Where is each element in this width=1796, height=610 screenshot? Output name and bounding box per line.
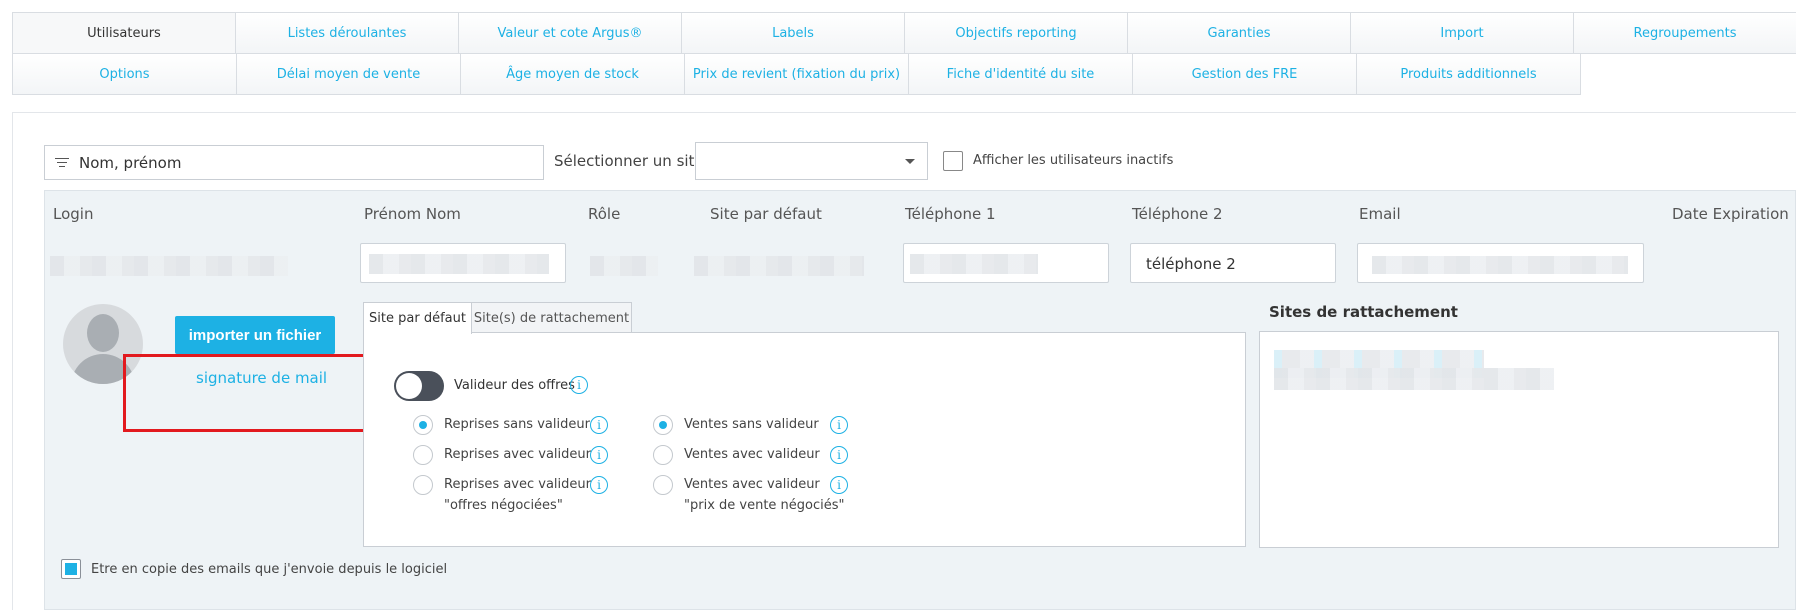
nav-tab-utilisateurs[interactable]: Utilisateurs [12,12,236,54]
nav-tab-delai-moyen[interactable]: Délai moyen de vente [236,53,461,95]
filter-icon [55,157,69,168]
nav-tab-prix-revient[interactable]: Prix de revient (fixation du prix) [684,53,909,95]
column-telephone-2: Téléphone 2 [1132,205,1223,223]
import-file-button[interactable]: importer un fichier [175,316,335,354]
column-prenom-nom: Prénom Nom [364,205,461,223]
nav-tab-age-moyen[interactable]: Âge moyen de stock [460,53,685,95]
name-field[interactable] [360,243,566,283]
nav-row-2: Options Délai moyen de vente Âge moyen d… [12,53,1796,95]
info-icon[interactable]: i [830,446,848,464]
radio-reprises-avec-valideur[interactable] [413,445,433,465]
ventes-prix-negocies-sublabel: "prix de vente négociés" [684,498,845,513]
telephone-2-field[interactable]: téléphone 2 [1130,243,1336,283]
nav-tab-garanties[interactable]: Garanties [1127,12,1351,54]
role-value-redacted [590,256,658,276]
nav-tab-import[interactable]: Import [1350,12,1574,54]
reprises-avec-valideur-label: Reprises avec valideur [444,447,591,462]
nav-tab-labels[interactable]: Labels [681,12,905,54]
highlight-box [123,354,390,432]
radio-ventes-sans-valideur[interactable] [653,415,673,435]
nav-tab-listes-deroulantes[interactable]: Listes déroulantes [235,12,459,54]
column-role: Rôle [588,205,621,223]
chevron-down-icon [905,159,915,164]
site-select-label: Sélectionner un site [554,152,704,170]
column-telephone-1: Téléphone 1 [905,205,996,223]
email-field[interactable] [1357,243,1644,283]
radio-ventes-prix-negocies[interactable] [653,475,673,495]
nav-tab-fiche-identite[interactable]: Fiche d'identité du site [908,53,1133,95]
radio-ventes-avec-valideur[interactable] [653,445,673,465]
nav-tab-valeur-argus[interactable]: Valeur et cote Argus® [458,12,682,54]
column-email: Email [1359,205,1401,223]
copy-emails-checkbox[interactable] [61,559,81,579]
reprises-offres-negociees-label: Reprises avec valideur [444,477,591,492]
ventes-prix-negocies-label: Ventes avec valideur [684,477,820,492]
site-select[interactable] [695,142,928,180]
radio-reprises-sans-valideur[interactable] [413,415,433,435]
copy-emails-label: Etre en copie des emails que j'envoie de… [91,562,448,577]
tab-sites-rattachement[interactable]: Site(s) de rattachement [471,302,632,333]
email-value-redacted [1372,256,1628,274]
offer-validator-toggle[interactable] [394,371,444,401]
name-value-redacted [369,254,549,274]
radio-reprises-offres-negociees[interactable] [413,475,433,495]
sites-rattachement-list [1259,331,1779,548]
column-date-expiration: Date Expiration [1672,205,1789,223]
column-login: Login [53,205,94,223]
name-search-input[interactable]: Nom, prénom [44,145,544,180]
info-icon[interactable]: i [830,476,848,494]
offer-validator-label: Valideur des offres [454,378,575,393]
reprises-offres-negociees-sublabel: "offres négociées" [444,498,563,513]
reprises-sans-valideur-label: Reprises sans valideur [444,417,590,432]
ventes-sans-valideur-label: Ventes sans valideur [684,417,819,432]
column-site-defaut: Site par défaut [710,205,822,223]
nav-tab-regroupements[interactable]: Regroupements [1573,12,1796,54]
sites-rattachement-title: Sites de rattachement [1269,303,1458,321]
nav-tab-produits-additionnels[interactable]: Produits additionnels [1356,53,1581,95]
settings-nav: Utilisateurs Listes déroulantes Valeur e… [12,12,1796,95]
info-icon[interactable]: i [830,416,848,434]
telephone-1-field[interactable] [903,243,1109,283]
phone-value-redacted [910,254,1038,274]
tab-site-par-defaut[interactable]: Site par défaut [363,302,472,334]
info-icon[interactable]: i [590,416,608,434]
ventes-avec-valideur-label: Ventes avec valideur [684,447,820,462]
name-search-placeholder: Nom, prénom [79,153,182,172]
nav-tab-objectifs-reporting[interactable]: Objectifs reporting [904,12,1128,54]
info-icon[interactable]: i [570,376,588,394]
inactive-users-label: Afficher les utilisateurs inactifs [973,153,1174,168]
telephone-2-placeholder: téléphone 2 [1146,255,1236,273]
nav-tab-options[interactable]: Options [12,53,237,95]
nav-tab-gestion-fre[interactable]: Gestion des FRE [1132,53,1357,95]
site-item-redacted[interactable] [1274,368,1554,390]
inactive-users-checkbox[interactable] [943,151,963,171]
site-value-redacted [694,256,864,276]
info-icon[interactable]: i [590,446,608,464]
login-value-redacted [50,256,288,276]
nav-row-1: Utilisateurs Listes déroulantes Valeur e… [12,12,1796,54]
info-icon[interactable]: i [590,476,608,494]
